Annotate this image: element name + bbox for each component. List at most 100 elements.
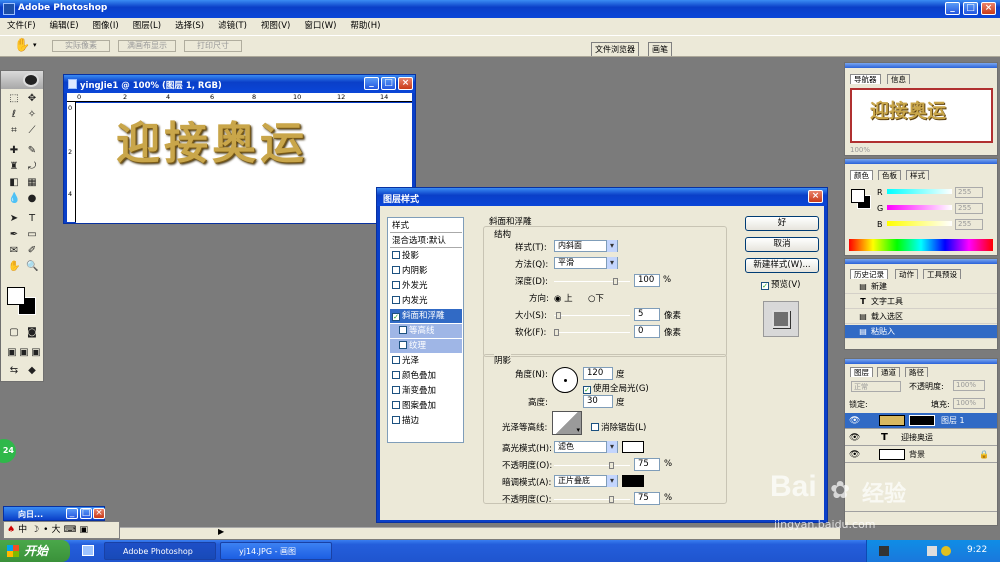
jump-to-imageready-icon[interactable]: ⇆ <box>8 365 20 377</box>
style-item-pattern-overlay[interactable]: 图案叠加 <box>390 399 462 413</box>
clone-stamp-tool-icon[interactable]: ♜ <box>8 161 20 173</box>
menu-layer[interactable]: 图层(L) <box>126 18 168 35</box>
blend-mode-select[interactable]: 正常 <box>851 381 901 392</box>
hand-tool-icon[interactable]: ✋ <box>14 38 30 53</box>
style-item-stroke[interactable]: 描边 <box>390 414 462 428</box>
quick-launch-icon[interactable] <box>82 545 94 556</box>
slider-thumb[interactable] <box>612 278 618 285</box>
swatches-tab[interactable]: 色板 <box>878 170 901 180</box>
global-light-checkbox[interactable]: ✓ 使用全局光(G) <box>583 382 649 394</box>
style-item-outer-glow[interactable]: 外发光 <box>390 279 462 293</box>
style-item-texture[interactable]: 纹理 <box>390 339 462 353</box>
depth-input[interactable]: 100 <box>634 274 660 287</box>
screen-mode-2-icon[interactable]: ▣ <box>18 347 30 359</box>
style-checkbox[interactable] <box>399 326 407 334</box>
styles-header[interactable]: 样式 <box>390 219 462 233</box>
slider-thumb[interactable] <box>555 312 561 319</box>
ime-tools-icon[interactable]: ▣ <box>80 525 89 535</box>
size-slider[interactable] <box>554 312 630 319</box>
checkbox-checked[interactable]: ✓ <box>583 386 591 394</box>
ime-mode[interactable]: 中 <box>18 525 27 535</box>
new-style-button[interactable]: 新建样式(W)... <box>745 258 819 273</box>
start-button[interactable]: 开始 <box>0 540 70 562</box>
menu-select[interactable]: 选择(S) <box>168 18 211 35</box>
chevron-down-icon[interactable]: ▾ <box>33 41 37 49</box>
move-tool-icon[interactable]: ✥ <box>26 93 38 105</box>
dodge-tool-icon[interactable]: ● <box>26 193 38 205</box>
style-checkbox[interactable] <box>392 386 400 394</box>
menu-filter[interactable]: 滤镜(T) <box>211 18 254 35</box>
standard-mode-icon[interactable]: ▢ <box>8 327 20 339</box>
fit-screen-button[interactable]: 满画布显示 <box>118 40 176 52</box>
b-slider[interactable] <box>887 221 952 226</box>
style-item-color-overlay[interactable]: 颜色叠加 <box>390 369 462 383</box>
cancel-button[interactable]: 取消 <box>745 237 819 252</box>
angle-input[interactable]: 120 <box>583 367 613 380</box>
style-checkbox[interactable] <box>392 401 400 409</box>
tray-icon[interactable] <box>879 546 889 556</box>
r-value[interactable]: 255 <box>955 187 983 198</box>
canvas[interactable]: 迎接奥运 <box>76 103 412 223</box>
size-input[interactable]: 5 <box>634 308 660 321</box>
tray-icon[interactable] <box>927 546 937 556</box>
history-tab[interactable]: 历史记录 <box>850 269 888 279</box>
zoom-tool-icon[interactable]: 🔍 <box>26 261 38 273</box>
style-item-satin[interactable]: 光泽 <box>390 354 462 368</box>
style-checkbox[interactable] <box>399 341 407 349</box>
style-item-inner-shadow[interactable]: 内阴影 <box>390 264 462 278</box>
style-item-inner-glow[interactable]: 内发光 <box>390 294 462 308</box>
path-selection-tool-icon[interactable]: ➤ <box>8 213 20 225</box>
styles-tab[interactable]: 样式 <box>906 170 929 180</box>
color-tab[interactable]: 颜色 <box>850 170 873 180</box>
gloss-contour-picker[interactable]: ▾ <box>552 411 582 435</box>
history-item[interactable]: ▤ 新建 <box>845 280 997 294</box>
highlight-mode-select[interactable]: 滤色 <box>554 441 618 453</box>
radio-selected-icon[interactable]: ◉ <box>554 294 561 304</box>
shadow-opacity-slider[interactable] <box>554 496 630 503</box>
actions-tab[interactable]: 动作 <box>895 269 918 279</box>
style-item-contour[interactable]: 等高线 <box>390 324 462 338</box>
ime-dot-icon[interactable]: • <box>43 525 48 535</box>
layers-tab[interactable]: 图层 <box>850 367 873 377</box>
style-checkbox[interactable] <box>392 356 400 364</box>
doc-minimize-button[interactable]: _ <box>364 77 379 90</box>
taskbar-photoshop[interactable]: Adobe Photoshop <box>104 542 216 560</box>
taskbar-paint[interactable]: yj14.JPG - 画图 <box>220 542 332 560</box>
history-item[interactable]: ▤ 粘贴入 <box>845 325 997 339</box>
highlight-opacity-input[interactable]: 75 <box>634 458 660 471</box>
soften-input[interactable]: 0 <box>634 325 660 338</box>
tray-icon[interactable] <box>941 546 951 556</box>
style-item-gradient-overlay[interactable]: 渐变叠加 <box>390 384 462 398</box>
preview-checkbox[interactable]: ✓ 预览(V) <box>761 278 800 290</box>
gradient-tool-icon[interactable]: ▦ <box>26 177 38 189</box>
screen-mode-icon[interactable]: ▣ <box>6 347 18 359</box>
blending-options-item[interactable]: 混合选项:默认 <box>390 234 462 248</box>
menu-image[interactable]: 图像(I) <box>86 18 126 35</box>
history-brush-tool-icon[interactable]: ⤾ <box>26 161 38 173</box>
highlight-color-swatch[interactable] <box>622 441 644 453</box>
style-checkbox[interactable] <box>392 416 400 424</box>
g-slider[interactable] <box>887 205 952 210</box>
info-tab[interactable]: 信息 <box>887 74 910 84</box>
b-value[interactable]: 255 <box>955 219 983 230</box>
r-slider[interactable] <box>887 189 952 194</box>
minimize-button[interactable]: _ <box>945 2 960 15</box>
opacity-value[interactable]: 100% <box>953 380 985 391</box>
actual-pixels-button[interactable]: 实际像素 <box>52 40 110 52</box>
layer-row[interactable]: 👁 T 迎接奥运 <box>845 430 997 446</box>
mini-maximize-button[interactable]: □ <box>80 508 92 519</box>
shadow-color-swatch[interactable] <box>622 475 644 487</box>
pen-tool-icon[interactable]: ✒ <box>8 229 20 241</box>
menu-file[interactable]: 文件(F) <box>0 18 43 35</box>
shadow-opacity-input[interactable]: 75 <box>634 492 660 505</box>
menu-view[interactable]: 视图(V) <box>254 18 297 35</box>
checkbox[interactable] <box>591 423 599 431</box>
direction-up-radio[interactable]: ◉ 上 <box>554 292 573 304</box>
restore-button[interactable]: □ <box>963 2 978 15</box>
menu-edit[interactable]: 编辑(E) <box>43 18 86 35</box>
shadow-mode-select[interactable]: 正片叠底 <box>554 475 618 487</box>
technique-select[interactable]: 平滑 <box>554 257 618 269</box>
highlight-opacity-slider[interactable] <box>554 462 630 469</box>
style-item-drop-shadow[interactable]: 投影 <box>390 249 462 263</box>
mini-minimize-button[interactable]: _ <box>66 508 78 519</box>
